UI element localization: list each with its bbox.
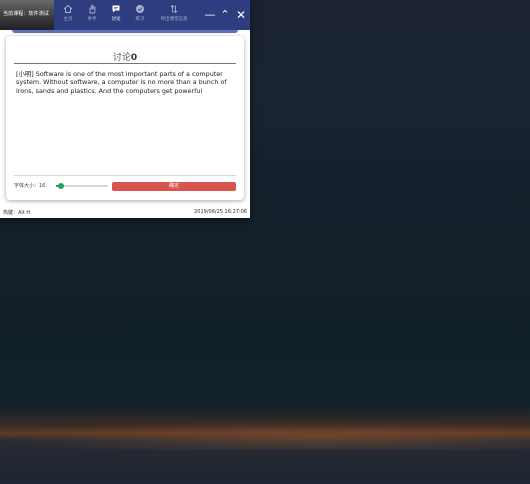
font-size-slider[interactable] [56, 183, 108, 189]
discussion-title-text: 讨论 [112, 53, 131, 63]
status-timestamp: 2019/06/25 16:27:06 [194, 209, 247, 215]
desktop-horizon-glow [0, 420, 530, 450]
nav-home-label: 主页 [63, 17, 73, 22]
font-size-label: 字体大小：16 [14, 183, 46, 189]
nav-raise-hand-label: 举手 [87, 17, 97, 22]
title-divider [14, 63, 236, 64]
accent-strip [12, 30, 238, 33]
nav-export-label: 导出课堂信息 [160, 17, 188, 22]
status-bar: 热键：Alt H 2019/06/25 16:27:06 [0, 207, 250, 218]
discussion-icon [112, 5, 120, 13]
raise-hand-icon [89, 4, 96, 14]
course-label: 当前课程：软件测试 [3, 11, 49, 17]
hotkey-hint: 热键：Alt H [3, 210, 31, 216]
title-bar[interactable]: 当前课程：软件测试 主页 举手 讨论 练习 导出课堂信息 — ⌃ ✕ [0, 0, 250, 30]
nav-home[interactable]: 主页 [55, 4, 81, 28]
nav-discussion[interactable]: 讨论 [103, 4, 129, 28]
maximize-button[interactable]: ⌃ [218, 8, 232, 22]
confirm-button[interactable]: 确定 [112, 182, 236, 191]
nav-raise-hand[interactable]: 举手 [79, 4, 105, 28]
export-sort-icon [170, 4, 178, 14]
discussion-count: 0 [130, 53, 138, 63]
course-thumbnail: 当前课程：软件测试 [0, 0, 54, 30]
discussion-panel: 讨论0 [小明] Software is one of the most imp… [6, 36, 244, 200]
font-size-slider-thumb[interactable] [58, 183, 65, 189]
close-button[interactable]: ✕ [234, 8, 248, 22]
controls-divider [14, 175, 236, 176]
nav-export[interactable]: 导出课堂信息 [158, 4, 190, 28]
home-icon [63, 4, 73, 13]
nav-exercise[interactable]: 练习 [127, 4, 153, 28]
nav-discussion-label: 讨论 [111, 17, 121, 22]
classroom-app-window: 当前课程：软件测试 主页 举手 讨论 练习 导出课堂信息 — ⌃ ✕ 讨论0 [… [0, 0, 250, 218]
nav-exercise-label: 练习 [135, 17, 145, 22]
discussion-title: 讨论0 [6, 50, 244, 63]
discussion-message: [小明] Software is one of the most importa… [16, 70, 227, 95]
exercise-check-icon [136, 5, 144, 13]
minimize-button[interactable]: — [203, 8, 217, 22]
